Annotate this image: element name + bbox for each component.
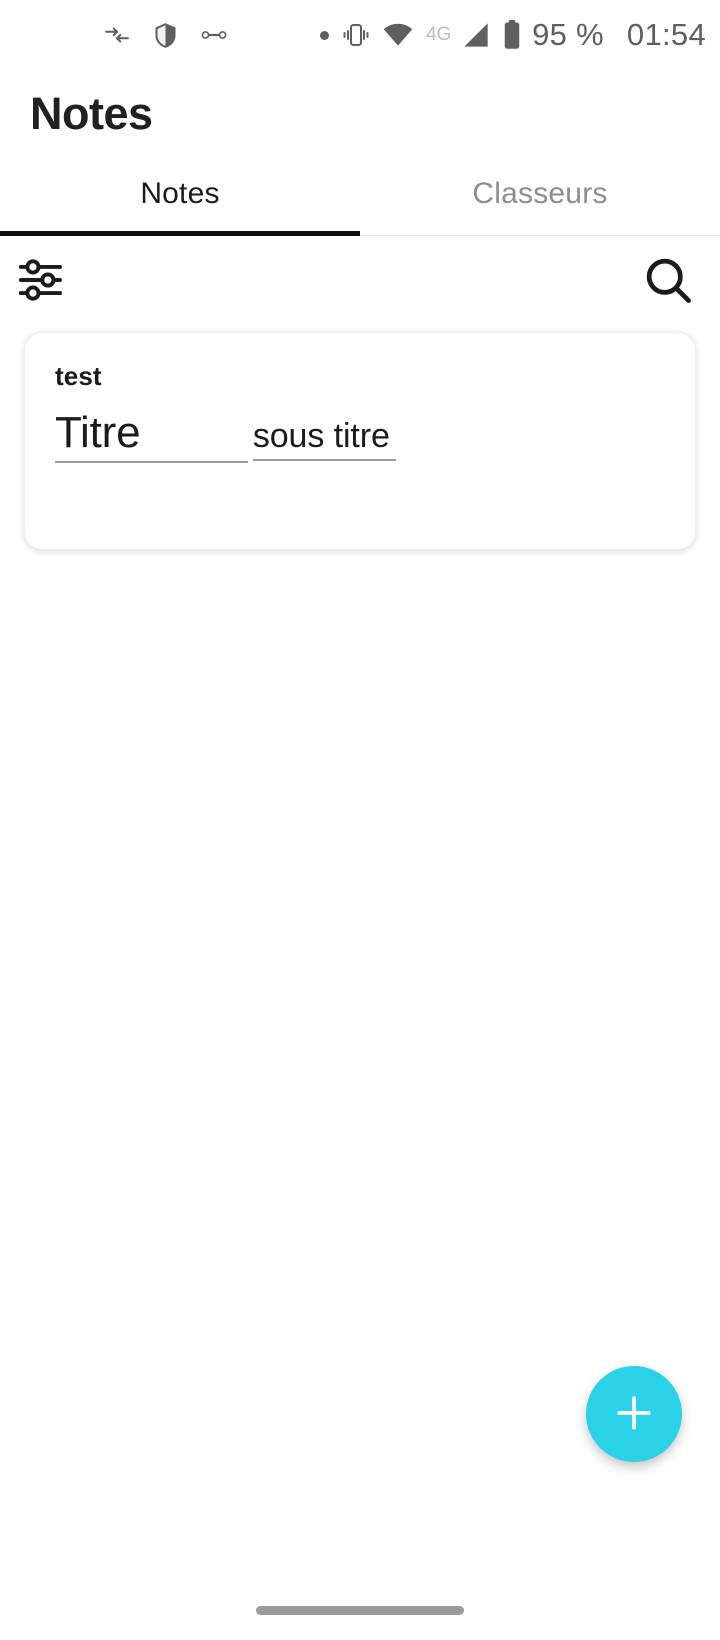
tab-notes[interactable]: Notes [0, 158, 360, 236]
action-row [0, 236, 720, 324]
system-navigation-bar [0, 1580, 720, 1640]
tab-notes-label: Notes [140, 177, 220, 210]
link-icon [201, 27, 228, 43]
search-icon[interactable] [642, 254, 694, 306]
wifi-icon [383, 23, 413, 47]
network-type-label: 4G [426, 24, 452, 45]
note-card[interactable]: test Titre sous titre [24, 332, 696, 550]
shield-icon [152, 22, 179, 49]
tab-classeurs[interactable]: Classeurs [360, 158, 720, 236]
note-title: Titre [55, 408, 141, 457]
status-bar: 4G 95 % 01:54 [0, 0, 720, 70]
page-title: Notes [30, 88, 153, 139]
battery-icon [503, 20, 521, 50]
data-transfer-icon [104, 22, 130, 48]
clock-label: 01:54 [626, 17, 706, 52]
filter-sliders-icon[interactable] [18, 257, 74, 303]
app-bar: Notes [0, 70, 720, 158]
vibrate-icon [342, 22, 370, 48]
plus-icon [612, 1391, 656, 1438]
home-gesture-handle[interactable] [256, 1605, 464, 1615]
status-bar-left-icons [104, 22, 228, 49]
notes-list: test Titre sous titre [0, 324, 720, 1580]
tab-active-indicator [0, 231, 360, 236]
dot-indicator-icon [320, 30, 330, 40]
note-tag: test [55, 361, 102, 391]
add-note-button[interactable] [586, 1366, 682, 1462]
status-bar-right-icons: 4G 95 % 01:54 [320, 17, 706, 53]
note-subtitle: sous titre [252, 417, 390, 455]
tab-classeurs-label: Classeurs [472, 177, 608, 210]
battery-percent-label: 95 % [532, 17, 604, 52]
note-subtitle-field: sous titre [252, 417, 396, 462]
signal-icon [462, 22, 490, 48]
phone-screen: 4G 95 % 01:54 Notes Notes Classeurs test… [0, 0, 720, 1640]
tab-bar: Notes Classeurs [0, 158, 720, 236]
note-title-field: Titre [55, 408, 249, 463]
